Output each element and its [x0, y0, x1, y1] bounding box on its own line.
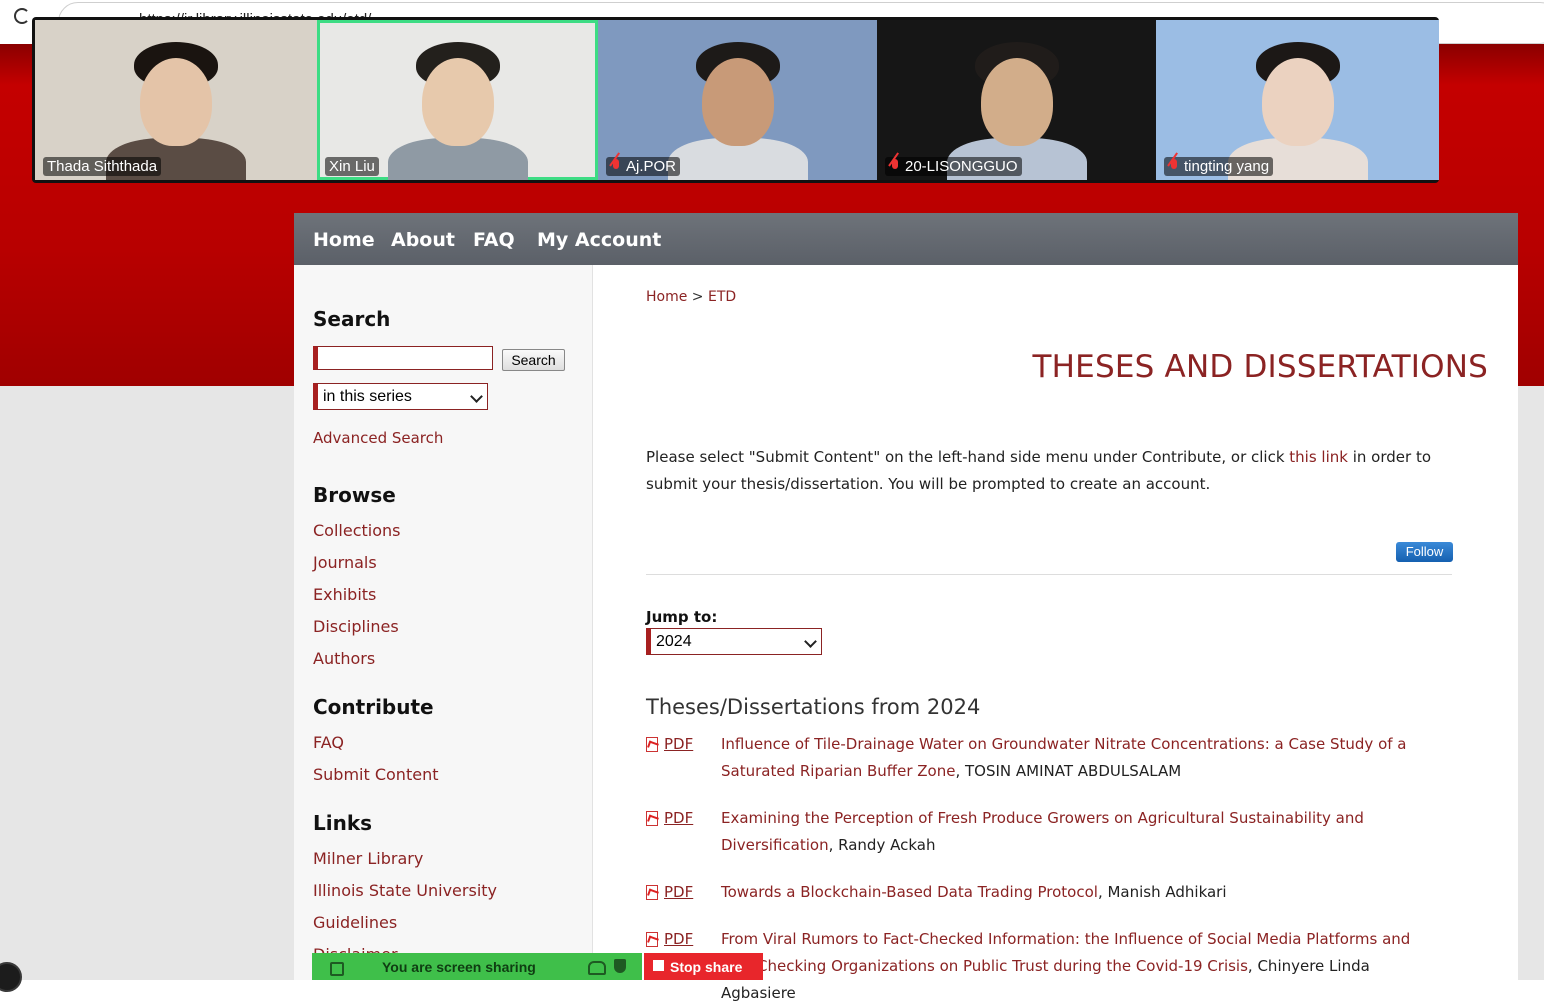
video-tile[interactable]: Xin Liu: [317, 20, 598, 180]
repository-page: Home About FAQ My Account Search Search …: [294, 213, 1518, 1002]
breadcrumb-etd[interactable]: ETD: [708, 289, 736, 305]
participant-name: 20-LISONGGUO: [905, 158, 1018, 175]
video-tile[interactable]: Thada Siththada: [35, 20, 317, 180]
jump-to-label: Jump to:: [646, 608, 718, 626]
pdf-link[interactable]: PDF: [646, 805, 693, 832]
section-title: Theses/Dissertations from 2024: [646, 695, 981, 719]
nav-faq[interactable]: FAQ: [473, 229, 515, 251]
participant-face: [980, 58, 1053, 146]
intro-text: Please select "Submit Content" on the le…: [646, 444, 1446, 498]
pdf-label: PDF: [664, 809, 694, 827]
jump-to-value: 2024: [656, 633, 692, 650]
stop-share-button[interactable]: Stop share: [644, 953, 763, 980]
mic-muted-icon: [1168, 159, 1180, 173]
pdf-icon: [646, 885, 659, 900]
contribute-heading: Contribute: [313, 695, 434, 719]
browse-link-collections[interactable]: Collections: [313, 521, 400, 540]
thesis-title-link[interactable]: Towards a Blockchain-Based Data Trading …: [721, 883, 1098, 901]
pdf-icon: [646, 737, 659, 752]
chevron-down-icon: [804, 635, 817, 648]
submit-link[interactable]: this link: [1289, 448, 1348, 466]
shield-icon[interactable]: [614, 959, 626, 973]
participant-name: tingting yang: [1184, 158, 1270, 175]
advanced-search-link[interactable]: Advanced Search: [313, 429, 443, 447]
thesis-citation: Influence of Tile-Drainage Water on Grou…: [721, 731, 1446, 785]
participant-name-tag: Xin Liu: [325, 157, 379, 176]
thesis-author: , TOSIN AMINAT ABDULSALAM: [955, 762, 1182, 780]
participant-name-tag: Aj.POR: [606, 157, 681, 176]
video-tile[interactable]: 20-LISONGGUO: [877, 20, 1156, 180]
external-link-illinois-state-university[interactable]: Illinois State University: [313, 881, 497, 900]
pin-icon[interactable]: [330, 962, 344, 976]
pdf-label: PDF: [664, 735, 694, 753]
participant-name-tag: 20-LISONGGUO: [885, 157, 1022, 176]
pdf-link[interactable]: PDF: [646, 879, 693, 906]
pdf-icon: [646, 811, 659, 826]
thesis-citation: From Viral Rumors to Fact-Checked Inform…: [721, 926, 1446, 1007]
reload-icon[interactable]: [14, 8, 30, 24]
browse-heading: Browse: [313, 483, 396, 507]
participant-face: [140, 58, 212, 146]
external-link-milner-library[interactable]: Milner Library: [313, 849, 423, 868]
divider: [646, 574, 1452, 575]
nav-home[interactable]: Home: [313, 229, 375, 251]
mic-muted-icon: [889, 159, 901, 173]
participant-name-tag: tingting yang: [1164, 157, 1274, 176]
follow-button[interactable]: Follow: [1396, 542, 1453, 562]
main-navigation: Home About FAQ My Account: [294, 213, 1518, 265]
thesis-citation: Towards a Blockchain-Based Data Trading …: [721, 879, 1446, 906]
participant-face: [701, 58, 774, 146]
pdf-link[interactable]: PDF: [646, 926, 693, 953]
chevron-down-icon: [470, 390, 483, 403]
search-button[interactable]: Search: [502, 349, 565, 371]
nav-my-account[interactable]: My Account: [537, 229, 661, 251]
browse-link-exhibits[interactable]: Exhibits: [313, 585, 376, 604]
pdf-link[interactable]: PDF: [646, 731, 693, 758]
participant-name: Xin Liu: [329, 158, 375, 175]
external-link-guidelines[interactable]: Guidelines: [313, 913, 397, 932]
video-tile[interactable]: tingting yang: [1156, 20, 1439, 180]
video-tile[interactable]: Aj.POR: [598, 20, 877, 180]
page-title: THESES AND DISSERTATIONS: [1032, 349, 1488, 385]
browse-link-authors[interactable]: Authors: [313, 649, 375, 668]
search-input[interactable]: [313, 346, 493, 370]
stop-share-label: Stop share: [670, 959, 743, 975]
stop-icon: [653, 960, 664, 971]
nav-about[interactable]: About: [391, 229, 455, 251]
browse-link-journals[interactable]: Journals: [313, 553, 377, 572]
browse-link-disciplines[interactable]: Disciplines: [313, 617, 399, 636]
participant-name: Thada Siththada: [47, 158, 158, 175]
pdf-icon: [646, 932, 659, 947]
thesis-author: , Manish Adhikari: [1097, 883, 1227, 901]
thesis-title-link[interactable]: Examining the Perception of Fresh Produc…: [721, 809, 1364, 854]
intro-before: Please select "Submit Content" on the le…: [646, 448, 1290, 466]
breadcrumb: Home > ETD: [646, 289, 736, 305]
participant-name-tag: Thada Siththada: [43, 157, 162, 176]
search-scope-select[interactable]: in this series: [313, 383, 488, 410]
breadcrumb-home[interactable]: Home: [646, 289, 687, 305]
screen-share-status: You are screen sharing: [382, 959, 536, 975]
pdf-label: PDF: [664, 930, 694, 948]
participant-name: Aj.POR: [626, 158, 677, 175]
cloud-icon[interactable]: [588, 961, 606, 975]
pdf-label: PDF: [664, 883, 694, 901]
participant-face: [421, 58, 494, 146]
thesis-citation: Examining the Perception of Fresh Produc…: [721, 805, 1446, 859]
mic-muted-icon: [610, 159, 622, 173]
links-heading: Links: [313, 811, 373, 835]
sidebar: Search Search in this series Advanced Se…: [294, 265, 593, 980]
search-heading: Search: [313, 307, 391, 331]
thesis-author: , Randy Ackah: [828, 836, 936, 854]
search-scope-value: in this series: [323, 388, 412, 405]
video-gallery-strip: Thada Siththada Xin Liu Aj.POR 20-LISONGGUO…: [32, 17, 1439, 183]
participant-face: [1261, 58, 1334, 146]
contribute-link-faq[interactable]: FAQ: [313, 733, 344, 752]
jump-to-select[interactable]: 2024: [646, 628, 822, 655]
screen-share-bar: You are screen sharing: [312, 953, 642, 980]
breadcrumb-separator: >: [691, 289, 704, 305]
contribute-link-submit-content[interactable]: Submit Content: [313, 765, 438, 784]
